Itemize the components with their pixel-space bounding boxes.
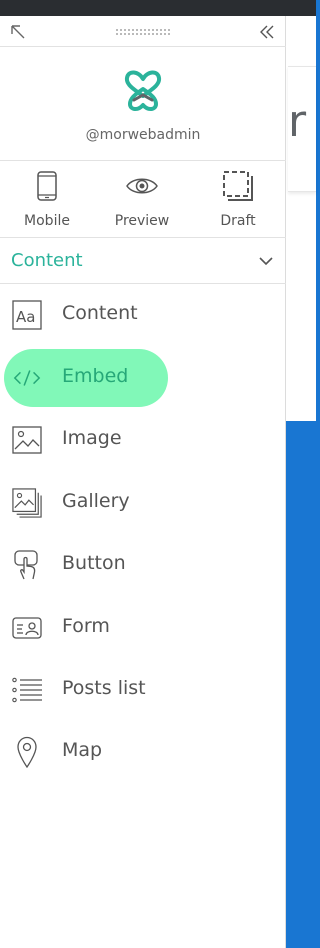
- widget-embed-label: Embed: [62, 365, 129, 387]
- mode-preview-label: Preview: [114, 213, 170, 229]
- widget-map[interactable]: Map: [4, 723, 168, 781]
- view-mode-bar: Mobile Preview Draft: [0, 161, 286, 238]
- panel-header: [0, 16, 286, 47]
- brand-logo-icon: [122, 67, 164, 113]
- image-icon: [12, 425, 42, 455]
- widget-embed[interactable]: Embed: [4, 349, 168, 407]
- page-logo-fragment: r: [288, 96, 307, 147]
- widget-posts-list[interactable]: Posts list: [4, 661, 168, 719]
- widget-map-label: Map: [62, 739, 103, 761]
- draft-icon: [198, 170, 278, 202]
- widget-image-label: Image: [62, 427, 122, 449]
- text-aa-icon: Aa: [12, 300, 42, 330]
- mode-mobile-button[interactable]: Mobile: [7, 161, 87, 238]
- widget-gallery[interactable]: Gallery: [4, 474, 168, 532]
- double-chevron-left-icon[interactable]: [256, 21, 278, 43]
- editor-panel: @morwebadmin Mobile Preview Draft Conten…: [0, 16, 286, 948]
- mode-draft-label: Draft: [220, 213, 256, 229]
- pointer-hand-icon: [12, 550, 42, 580]
- chevron-down-icon[interactable]: [257, 252, 275, 270]
- mode-draft-button[interactable]: Draft: [198, 161, 278, 238]
- section-title: Content: [11, 250, 83, 271]
- widget-posts-list-label: Posts list: [62, 677, 146, 699]
- eye-icon: [102, 170, 182, 202]
- drag-handle-icon[interactable]: [112, 25, 174, 39]
- content-section-header[interactable]: Content: [0, 238, 286, 284]
- map-pin-icon: [12, 736, 42, 768]
- user-profile: @morwebadmin: [0, 47, 286, 161]
- mobile-icon: [7, 170, 87, 202]
- widget-gallery-label: Gallery: [62, 490, 130, 512]
- widget-content[interactable]: Aa Content: [4, 286, 168, 344]
- form-icon: [12, 613, 42, 643]
- mode-preview-button[interactable]: Preview: [102, 161, 182, 238]
- browser-top-bar: [0, 0, 316, 16]
- gallery-icon: [12, 488, 42, 518]
- list-icon: [12, 675, 42, 705]
- mode-mobile-label: Mobile: [24, 213, 70, 229]
- expand-icon[interactable]: [8, 22, 28, 42]
- widget-content-label: Content: [62, 302, 138, 324]
- username: @morwebadmin: [85, 127, 201, 143]
- widget-form[interactable]: Form: [4, 599, 168, 657]
- widget-image[interactable]: Image: [4, 411, 168, 469]
- svg-text:Aa: Aa: [16, 308, 35, 326]
- page-canvas-blue: [286, 421, 316, 948]
- widget-button-label: Button: [62, 552, 126, 574]
- widget-button[interactable]: Button: [4, 536, 168, 594]
- code-icon: [12, 363, 42, 393]
- widget-form-label: Form: [62, 615, 110, 637]
